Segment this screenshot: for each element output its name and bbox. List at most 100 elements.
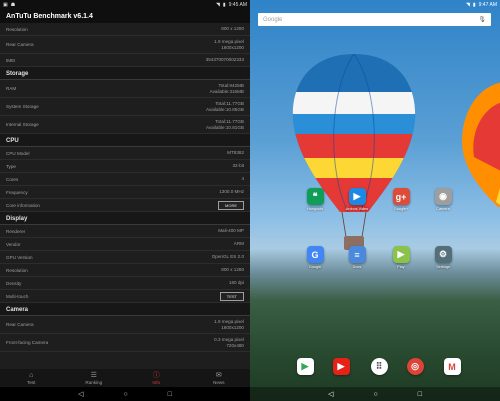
app-label: Google: [308, 265, 322, 269]
nav-bar: ◁ ○ □: [0, 387, 250, 401]
info-row: Resolution 800 x 1280: [0, 264, 250, 277]
info-row: Cores 4: [0, 173, 250, 186]
row-value: 32-bit: [232, 163, 245, 168]
app-icon: ≡: [348, 246, 366, 263]
status-time: 9:45 AM: [228, 1, 247, 8]
test-button[interactable]: TEST: [219, 291, 244, 301]
info-row: RAM Total:942MB Available:316MB: [0, 80, 250, 98]
balloon-wallpaper-image-2: [462, 82, 500, 207]
more-button[interactable]: MORE: [218, 200, 244, 210]
tab-info[interactable]: ⓘ Info: [125, 369, 188, 387]
row-label: System Storage: [6, 104, 39, 109]
tab-ranking[interactable]: ☰ Ranking: [63, 369, 126, 387]
back-icon[interactable]: ◁: [78, 390, 83, 398]
app-archos-video[interactable]: ▶ Archos Video: [342, 188, 372, 211]
row-value: 1.9 mega pixel 1600x1200: [214, 38, 244, 50]
app-google-[interactable]: g+ Google+: [386, 188, 416, 211]
app-icon: G: [306, 246, 324, 263]
recents-icon[interactable]: □: [418, 391, 422, 398]
info-icon: ⓘ: [152, 371, 160, 379]
core-information-row: Core information MORE: [0, 199, 250, 212]
app-icon: ❝: [306, 188, 324, 205]
app-play[interactable]: ▶ Play: [386, 246, 416, 269]
home-screen: ◥ ▮ 9:47 AM Google 🎙 ❝ Hangouts ▶ Archos…: [250, 0, 500, 401]
antutu-pane: ▣ ☗ ◥ ▮ 9:45 AM AnTuTu Benchmark v6.1.4 …: [0, 0, 250, 401]
dock-icon: ◎: [406, 358, 424, 375]
news-icon: ✉: [215, 371, 222, 379]
info-row: GPU Version OpenGL ES 2.0: [0, 251, 250, 264]
search-placeholder: Google: [263, 16, 283, 23]
info-row: CPU Model MT8382: [0, 147, 250, 160]
row-label: Renderer: [6, 228, 26, 234]
row-label: Resolution: [6, 267, 28, 273]
dock: ▶ ▶ ⠿ ◎ M: [250, 358, 500, 378]
row-label: Front-facing Camera: [6, 340, 49, 345]
app-hangouts[interactable]: ❝ Hangouts: [300, 188, 330, 211]
row-label: CPU Model: [6, 150, 30, 156]
home-icon: ⌂: [29, 371, 34, 379]
app-label: Hangouts: [306, 207, 324, 211]
app-label: Archos Video: [345, 207, 369, 211]
tab-label: Ranking: [85, 379, 103, 385]
app-icon: ▶: [348, 188, 366, 205]
row-value: Total:11.77GB Available:10.85GB: [206, 100, 244, 112]
row-value: 800 x 1280: [221, 267, 244, 272]
youtube-icon[interactable]: ▶: [326, 358, 356, 375]
tab-test[interactable]: ⌂ Test: [0, 369, 63, 387]
home-icon[interactable]: ○: [373, 391, 377, 398]
app-drawer-icon[interactable]: ⠿: [364, 358, 394, 375]
section-header: CPU: [0, 134, 250, 147]
row-value: 354370070002333: [205, 57, 244, 62]
row-value: Total:11.77GB Available:10.81GB: [206, 118, 244, 130]
info-row: Rear Camera 1.9 mega pixel 1600x1200: [0, 316, 250, 334]
row-label: Vendor: [6, 241, 21, 247]
battery-icon: ▮: [472, 1, 476, 8]
row-label: GPU Version: [6, 254, 33, 260]
info-row: Renderer Mali-400 MP: [0, 225, 250, 238]
app-icon: g+: [392, 188, 410, 205]
tab-news[interactable]: ✉ News: [188, 369, 251, 387]
row-label: Cores: [6, 176, 19, 182]
app-label: Camera: [436, 207, 450, 211]
row-value: 800 x 1280: [221, 26, 244, 31]
app-camera[interactable]: ◉ Camera: [428, 188, 458, 211]
row-value: OpenGL ES 2.0: [211, 254, 244, 259]
row-value: 4: [241, 176, 244, 181]
info-row: Rear Camera 1.9 mega pixel 1600x1200: [0, 36, 250, 54]
section-header: Storage: [0, 67, 250, 80]
notification-icon: ▣: [3, 1, 8, 8]
play-store-icon[interactable]: ▶: [290, 358, 320, 375]
home-icon[interactable]: ○: [123, 391, 127, 398]
tab-label: Info: [152, 379, 161, 385]
app-label: Docs: [352, 265, 362, 269]
row-label: Internal Storage: [6, 122, 39, 127]
wifi-icon: ◥: [216, 1, 220, 8]
row-label: Frequency: [6, 189, 28, 195]
google-search-bar[interactable]: Google 🎙: [258, 13, 491, 26]
app-title: AnTuTu Benchmark v6.1.4: [0, 9, 250, 23]
info-row: Frequency 1300.0 MHz: [0, 186, 250, 199]
app-docs[interactable]: ≡ Docs: [342, 246, 372, 269]
gmail-icon[interactable]: M: [437, 358, 467, 375]
row-label: Core information: [6, 202, 40, 208]
ranking-icon: ☰: [90, 371, 97, 379]
mic-icon[interactable]: 🎙: [478, 16, 486, 23]
dock-icon: ▶: [296, 358, 314, 375]
info-list[interactable]: Resolution 800 x 1280 Rear Camera 1.9 mega …: [0, 23, 250, 369]
row-value: Mali-400 MP: [218, 228, 244, 233]
row-value: 0.3 mega pixel 720x480: [214, 336, 244, 348]
app-settings[interactable]: ⚙ Settings: [428, 246, 458, 269]
tab-label: Test: [27, 379, 36, 385]
recents-icon[interactable]: □: [168, 391, 172, 398]
chrome-icon[interactable]: ◎: [400, 358, 430, 375]
tab-label: News: [213, 379, 225, 385]
app-google[interactable]: G Google: [300, 246, 330, 269]
android-icon: ☗: [10, 1, 16, 8]
row-label: Rear Camera: [6, 42, 34, 47]
back-icon[interactable]: ◁: [328, 390, 333, 398]
row-label: Resolution: [6, 26, 28, 32]
row-label: Type: [6, 163, 16, 169]
row-label: IMEI: [6, 57, 16, 63]
app-icon: ◉: [434, 188, 452, 205]
wifi-icon: ◥: [466, 1, 470, 8]
